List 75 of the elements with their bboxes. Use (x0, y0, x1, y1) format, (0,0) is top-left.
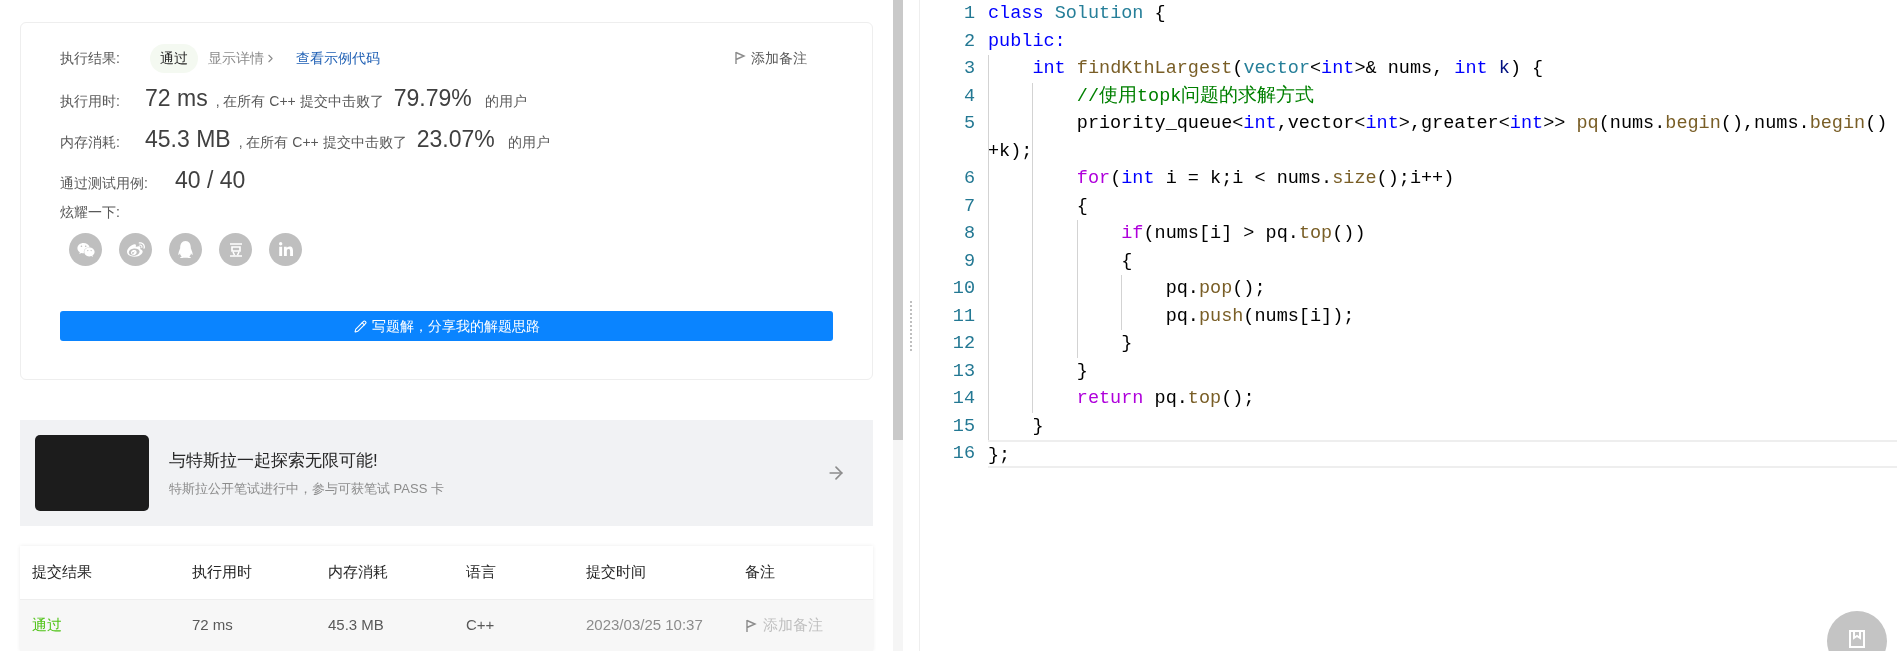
linkedin-icon[interactable] (269, 233, 302, 266)
stat-suffix: 的用户 (507, 133, 550, 152)
line-number: 5 (963, 113, 975, 134)
banner-title: 与特斯拉一起探索无限可能! (169, 450, 379, 472)
table-cell-text: 45.3 MB (328, 615, 385, 636)
code-line[interactable]: } (988, 330, 1897, 358)
stat-percent: 79.79% (393, 84, 472, 113)
example-code-link[interactable]: 查看示例代码 (296, 47, 380, 69)
code-line[interactable]: if(nums[i] > pq.top()) (988, 220, 1897, 248)
code-line[interactable]: { (988, 192, 1897, 220)
line-number: 4 (963, 85, 975, 107)
line-number: 7 (963, 195, 975, 217)
code-line[interactable]: for(int i = k;i < nums.size();i++) (988, 165, 1897, 193)
stat-percent: 23.07% (416, 125, 495, 154)
stat-value: 45.3 MB (145, 125, 231, 154)
stat-text: , 在所有 C++ 提交中击败了 (215, 92, 384, 111)
stat-value: 72 ms (145, 84, 208, 113)
code-line[interactable]: { (988, 247, 1897, 275)
line-number: 10 (952, 278, 975, 299)
weibo-icon[interactable] (119, 233, 152, 266)
line-number: 2 (963, 30, 975, 52)
line-number: 15 (952, 415, 975, 437)
code-line[interactable]: int findKthLargest(vector<int>& nums, int k) { (988, 55, 1897, 83)
line-number: 8 (963, 223, 975, 244)
column-header: 执行用时 (192, 562, 253, 583)
pencil-icon (353, 319, 367, 333)
current-line[interactable]: }; (988, 440, 1897, 468)
line-number: 16 (952, 443, 975, 464)
column-header: 提交时间 (586, 562, 647, 583)
code-line[interactable]: priority_queue<int,vector<int>,greater<int>> pq(nums.begin(),nums.begin() (988, 110, 1897, 138)
write-solution-button[interactable]: 写题解，分享我的解题思路 (60, 311, 833, 341)
line-number: 13 (952, 360, 975, 382)
column-header: 语言 (466, 562, 497, 583)
banner-subtitle: 特斯拉公开笔试进行中，参与可获笔试 PASS 卡 (169, 479, 444, 498)
code-line[interactable]: } (988, 357, 1897, 385)
code-line[interactable]: return pq.top(); (988, 385, 1897, 413)
stat-text: , 在所有 C++ 提交中击败了 (238, 133, 407, 152)
line-number: 1 (963, 3, 975, 24)
column-header: 内存消耗 (328, 562, 389, 583)
details-link[interactable]: 显示详情 (208, 47, 277, 69)
stat-label: 执行用时: (60, 92, 121, 111)
penguin-icon[interactable] (169, 233, 202, 266)
code-line[interactable]: pq.push(nums[i]); (988, 302, 1897, 330)
line-number: 11 (952, 305, 975, 327)
share-label: 炫耀一下: (60, 203, 121, 222)
stat-suffix: 的用户 (484, 92, 527, 111)
code-line[interactable]: class Solution { (988, 0, 1897, 28)
promo-banner[interactable]: 与特斯拉一起探索无限可能! 特斯拉公开笔试进行中，参与可获笔试 PASS 卡 (20, 420, 873, 526)
tests-label: 通过测试用例: (60, 174, 149, 193)
line-number: 12 (952, 333, 975, 354)
flag-icon (745, 617, 757, 634)
code-line[interactable]: //使用topk问题的求解方式 (988, 82, 1897, 110)
tests-value: 40 / 40 (175, 166, 246, 195)
column-header: 备注 (745, 562, 776, 583)
add-note-button[interactable]: 添加备注 (734, 47, 807, 69)
line-number: 6 (963, 168, 975, 189)
code-line[interactable]: pq.pop(); (988, 275, 1897, 303)
book-icon (1847, 629, 1867, 649)
code-line[interactable]: } (988, 412, 1897, 440)
line-number: 3 (963, 58, 975, 79)
result-label: 执行结果: (60, 48, 121, 68)
scrollbar-thumb[interactable] (893, 0, 903, 440)
chat-bubbles-icon[interactable] (69, 233, 102, 266)
table-cell-text: C++ (466, 615, 496, 636)
douban-icon[interactable] (219, 233, 252, 266)
flag-icon (734, 51, 746, 65)
line-number: 9 (963, 250, 975, 272)
table-cell-text: 72 ms (192, 615, 234, 636)
stat-label: 内存消耗: (60, 133, 121, 152)
line-number: 14 (952, 388, 975, 409)
code-line[interactable]: +k); (988, 137, 1897, 165)
column-header: 提交结果 (32, 562, 93, 583)
status-badge: 通过 (150, 43, 198, 73)
code-line[interactable]: public: (988, 27, 1897, 55)
table-cell-text: 2023/03/25 10:37 (586, 615, 704, 636)
